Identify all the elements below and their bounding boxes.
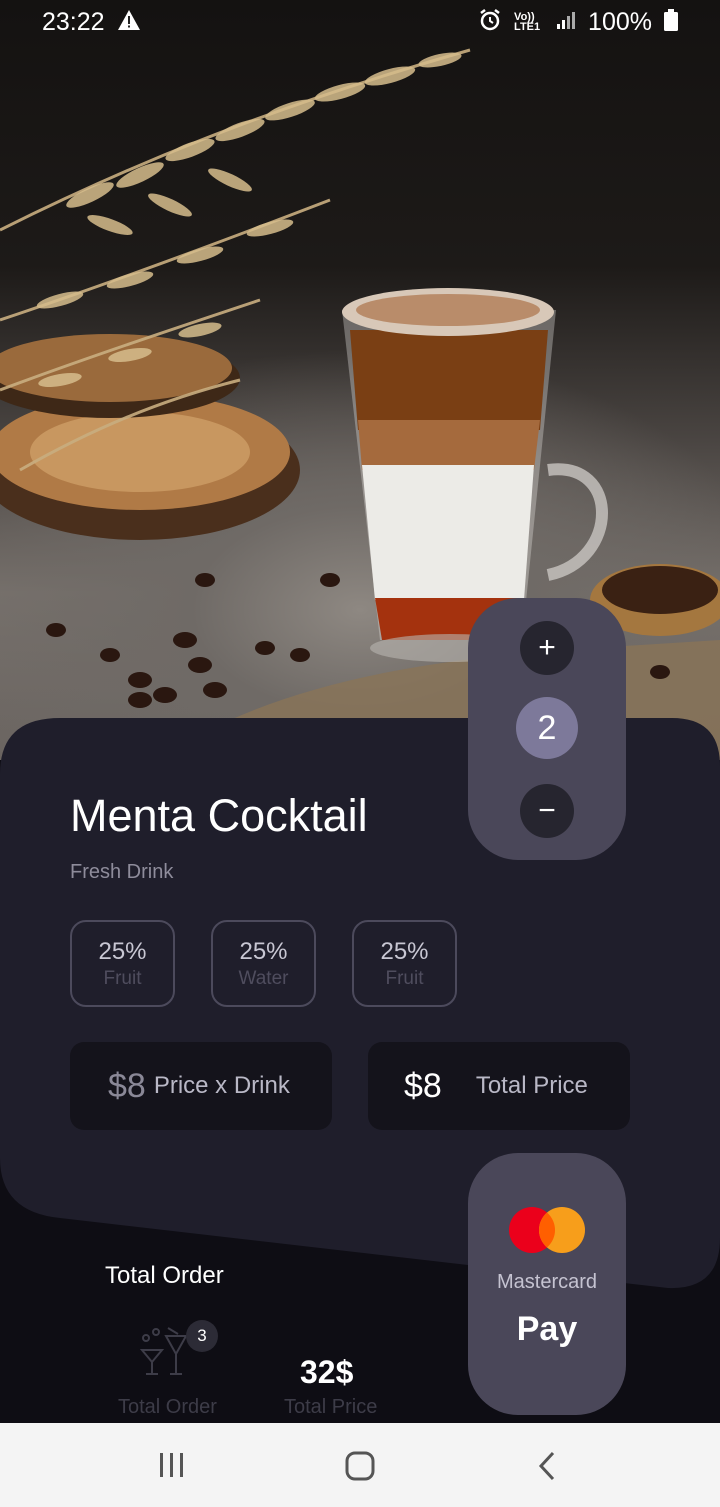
battery-icon (664, 8, 678, 36)
total-order-caption: Total Order (118, 1396, 217, 1418)
increase-button[interactable]: + (520, 621, 574, 675)
alarm-icon (478, 8, 502, 37)
ingredient-chip[interactable]: 25% Fruit (70, 920, 175, 1007)
status-time: 23:22 (42, 7, 105, 36)
total-price-value: 32$ (300, 1354, 354, 1390)
home-icon[interactable] (344, 1451, 376, 1486)
ingredient-name: Fruit (103, 967, 142, 989)
pay-label: Pay (516, 1310, 578, 1348)
signal-icon (556, 10, 576, 35)
total-order-heading: Total Order (105, 1262, 224, 1289)
total-price-box: $8 Total Price (368, 1042, 630, 1130)
payment-method-label: Mastercard (496, 1271, 598, 1293)
quantity-value: 2 (516, 697, 578, 759)
total-price-caption: Total Price (284, 1396, 378, 1418)
ingredient-name: Fruit (385, 967, 424, 989)
total-price-label: Total Price (475, 1072, 588, 1099)
price-per-drink: $8 Price x Drink (70, 1042, 332, 1130)
recent-apps-icon[interactable] (158, 1451, 186, 1484)
ingredient-chip[interactable]: 25% Fruit (352, 920, 457, 1007)
order-count-badge: 3 (186, 1320, 218, 1352)
ingredient-list: 25% Fruit 25% Water 25% Fruit (70, 920, 457, 1007)
back-icon[interactable] (536, 1451, 558, 1486)
mastercard-logo-icon (509, 1207, 585, 1253)
pay-button[interactable]: Mastercard Pay (468, 1153, 626, 1415)
system-nav-bar (0, 1423, 720, 1507)
decrease-button[interactable]: − (520, 784, 574, 838)
warning-icon (117, 9, 141, 36)
ingredient-percent: 25% (380, 937, 429, 965)
ingredient-percent: 25% (98, 937, 147, 965)
quantity-stepper: + 2 − (468, 598, 626, 860)
status-bar: 23:22 Vo)) LTE1 100% (0, 0, 720, 44)
battery-percent: 100% (588, 7, 652, 36)
product-subtitle: Fresh Drink (70, 861, 174, 883)
total-price-amount: $8 (404, 1066, 442, 1105)
product-title: Menta Cocktail (70, 790, 368, 841)
ingredient-percent: 25% (239, 937, 288, 965)
ingredient-chip[interactable]: 25% Water (211, 920, 316, 1007)
price-per-drink-label: Price x Drink (153, 1072, 290, 1099)
ingredient-name: Water (238, 967, 289, 989)
network-label: Vo)) LTE1 (514, 11, 541, 33)
price-per-drink-amount: $8 (108, 1066, 146, 1105)
